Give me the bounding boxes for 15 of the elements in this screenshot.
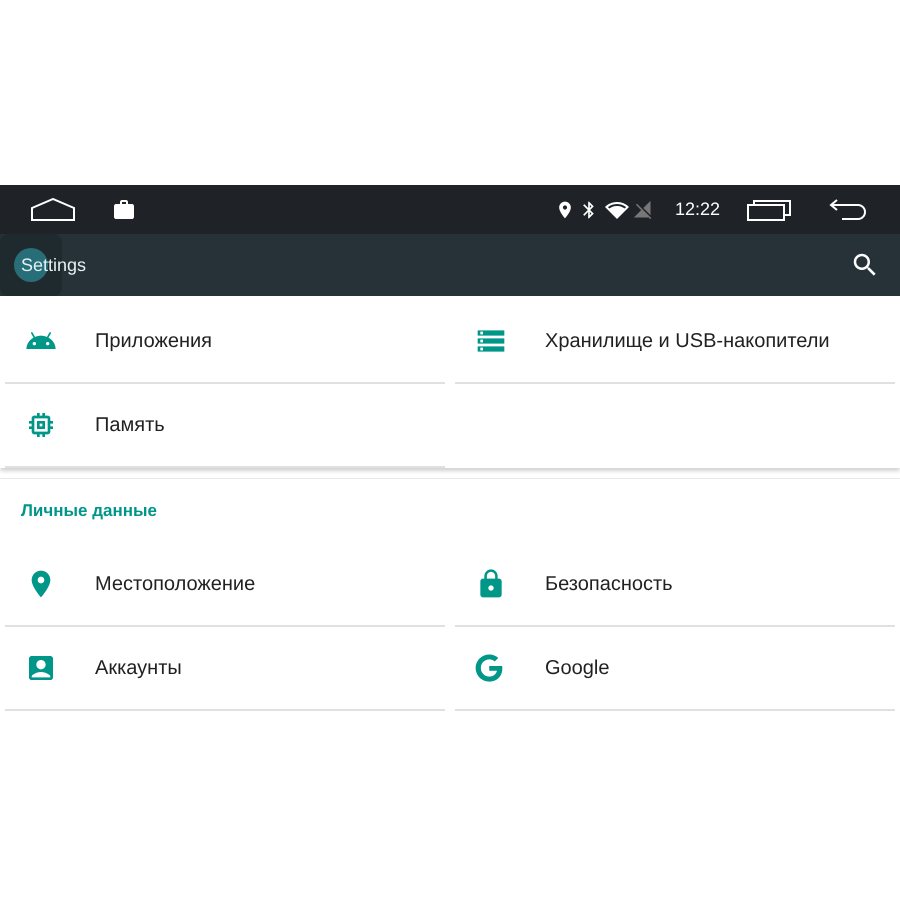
item-label: Приложения	[95, 329, 212, 354]
item-label: Память	[95, 413, 165, 438]
item-label: Безопасность	[545, 572, 673, 597]
recents-icon[interactable]	[746, 198, 792, 222]
section-header: Личные данные	[20, 500, 158, 522]
clock: 12:22	[674, 198, 720, 221]
item-label: Местоположение	[95, 572, 256, 597]
item-label: Аккаунты	[95, 656, 182, 681]
briefcase-icon	[112, 198, 136, 222]
item-label: Хранилище и USB-накопители	[545, 329, 830, 354]
home-icon[interactable]	[30, 198, 76, 222]
google-g-icon	[475, 654, 503, 682]
no-signal-icon	[632, 200, 653, 220]
app-title: Settings	[21, 254, 86, 277]
item-label: Google	[545, 656, 610, 681]
